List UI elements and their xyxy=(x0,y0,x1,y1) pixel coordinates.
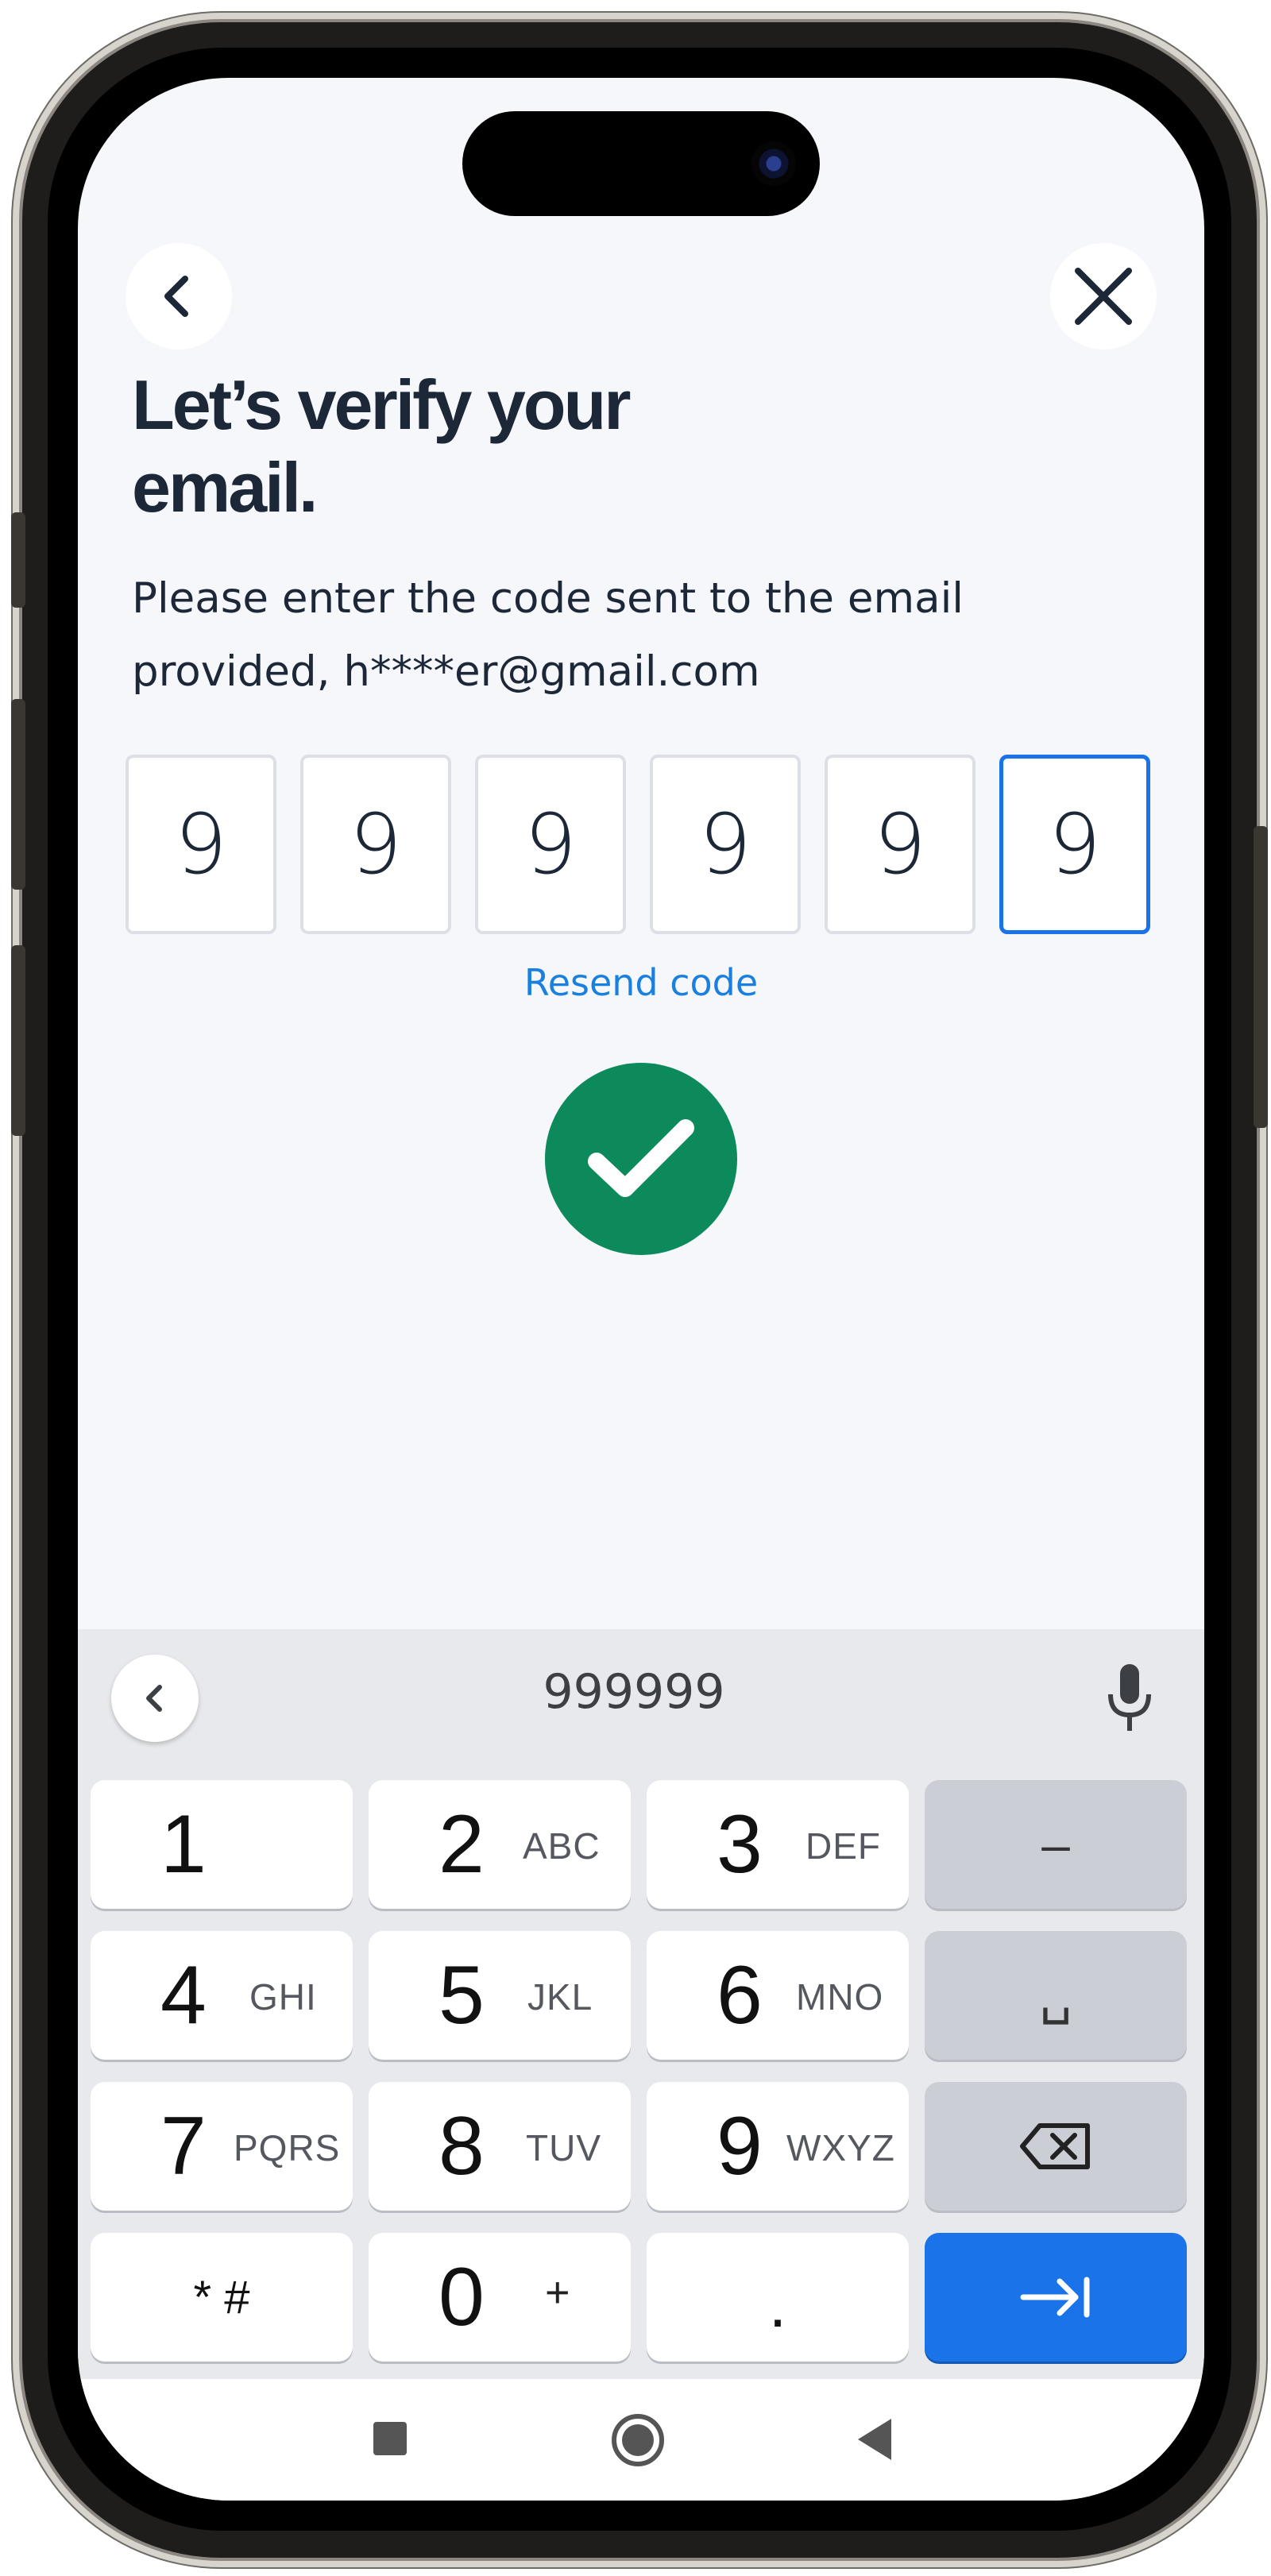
key-2[interactable]: 2 ABC xyxy=(369,1780,631,1909)
key-period[interactable]: . xyxy=(647,2233,909,2362)
key-2-digit: 2 xyxy=(438,1798,485,1890)
triangle-back-icon[interactable] xyxy=(855,2417,894,2462)
chevron-left-icon xyxy=(164,276,188,317)
tab-arrow-icon xyxy=(1020,2277,1090,2318)
side-button-volume-down xyxy=(11,945,25,1136)
backspace-key-face xyxy=(925,2082,1187,2211)
key-backspace[interactable] xyxy=(925,2082,1187,2211)
screen: Let’s verify your email. Please enter th… xyxy=(78,78,1204,2501)
key-7-letters: PQRS xyxy=(234,2127,341,2169)
star-hash-label: * # xyxy=(193,2271,250,2323)
microphone-icon[interactable] xyxy=(1098,1663,1161,1734)
page-title: Let’s verify your email. xyxy=(132,364,847,529)
close-button[interactable] xyxy=(1050,243,1157,350)
title-line-2: email. xyxy=(132,448,318,527)
backspace-icon xyxy=(1020,2123,1090,2169)
checkmark-icon xyxy=(588,1119,694,1197)
key-star-hash[interactable]: * # xyxy=(91,2233,353,2362)
key-6[interactable]: 6 MNO xyxy=(647,1931,909,2060)
key-5-letters: JKL xyxy=(527,1976,593,2018)
chevron-left-icon xyxy=(146,1685,162,1712)
key-2-letters: ABC xyxy=(523,1825,601,1867)
key-6-digit: 6 xyxy=(717,1949,763,2041)
key-7-digit: 7 xyxy=(160,2100,207,2192)
key-4-letters: GHI xyxy=(249,1976,317,2018)
suggestion-chip[interactable]: 999999 xyxy=(316,1664,952,1720)
instruction-text: Please enter the code sent to the email … xyxy=(132,562,1165,709)
system-navigation-bar xyxy=(78,2379,1204,2501)
circle-icon[interactable] xyxy=(610,2412,666,2468)
suggestion-back-button[interactable] xyxy=(111,1655,199,1742)
key-next[interactable] xyxy=(925,2233,1187,2362)
otp-digit-4[interactable]: 9 xyxy=(650,755,801,934)
side-button-action xyxy=(11,512,25,608)
key-9-digit: 9 xyxy=(717,2100,763,2192)
key-1-digit: 1 xyxy=(160,1798,207,1890)
key-8[interactable]: 8 TUV xyxy=(369,2082,631,2211)
otp-digit-2[interactable]: 9 xyxy=(300,755,451,934)
otp-digit-6[interactable]: 9 xyxy=(999,755,1150,934)
side-button-volume-up xyxy=(11,699,25,890)
key-5-digit: 5 xyxy=(438,1949,485,2041)
key-3[interactable]: 3 DEF xyxy=(647,1780,909,1909)
key-1[interactable]: 1 xyxy=(91,1780,353,1909)
key-4[interactable]: 4 GHI xyxy=(91,1931,353,2060)
key-5[interactable]: 5 JKL xyxy=(369,1931,631,2060)
key-0-plus: + xyxy=(545,2269,571,2316)
dynamic-island xyxy=(462,111,820,216)
key-3-digit: 3 xyxy=(717,1798,763,1890)
camera-icon xyxy=(751,141,796,186)
side-button-power xyxy=(1254,826,1268,1128)
key-9-letters: WXYZ xyxy=(786,2127,895,2169)
period-label: . xyxy=(768,2269,787,2340)
key-minus[interactable]: – xyxy=(925,1780,1187,1909)
close-icon xyxy=(1075,268,1132,325)
key-7[interactable]: 7 PQRS xyxy=(91,2082,353,2211)
next-key-face xyxy=(925,2233,1187,2362)
key-9[interactable]: 9 WXYZ xyxy=(647,2082,909,2211)
otp-digit-5[interactable]: 9 xyxy=(825,755,975,934)
key-0-digit: 0 xyxy=(438,2251,485,2343)
space-icon: ␣ xyxy=(1039,1966,1072,2024)
key-0[interactable]: 0 + xyxy=(369,2233,631,2362)
key-6-letters: MNO xyxy=(796,1976,884,2018)
success-badge xyxy=(545,1063,737,1255)
key-4-digit: 4 xyxy=(160,1949,207,2041)
instruction-line-1: Please enter the code sent to the email xyxy=(132,574,964,623)
key-space[interactable]: ␣ xyxy=(925,1931,1187,2060)
back-button[interactable] xyxy=(126,243,232,350)
square-icon[interactable] xyxy=(372,2420,408,2457)
key-3-letters: DEF xyxy=(805,1825,881,1867)
otp-digit-1[interactable]: 9 xyxy=(126,755,276,934)
key-8-letters: TUV xyxy=(526,2127,601,2169)
title-line-1: Let’s verify your xyxy=(132,365,632,444)
minus-icon: – xyxy=(1041,1816,1070,1873)
otp-input-group: 9 9 9 9 9 9 xyxy=(126,755,1158,939)
resend-code-link[interactable]: Resend code xyxy=(78,961,1204,1004)
otp-digit-3[interactable]: 9 xyxy=(475,755,626,934)
instruction-line-2: provided, h****er@gmail.com xyxy=(132,647,760,696)
numeric-keyboard: 999999 1 2 ABC 3 DEF – 4 GHI 5 JKL 6 MNO… xyxy=(78,1629,1204,2379)
key-8-digit: 8 xyxy=(438,2100,485,2192)
